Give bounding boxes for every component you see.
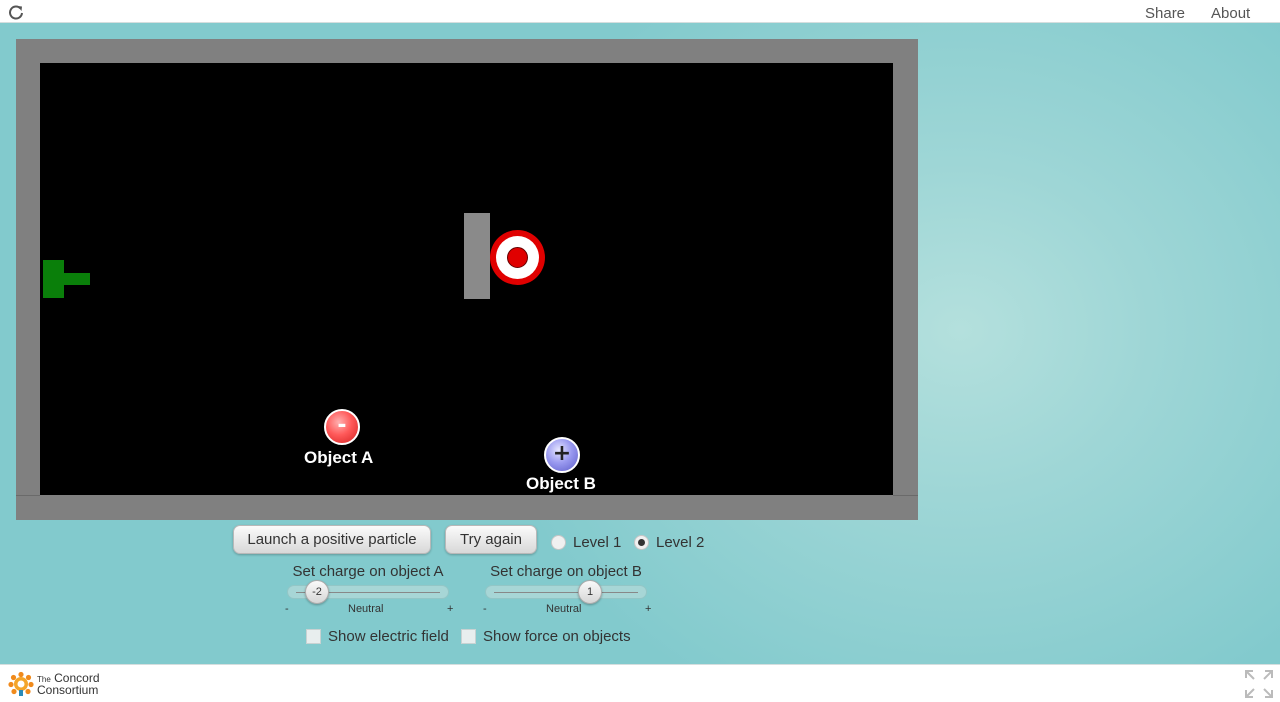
show-field-label: Show electric field bbox=[328, 627, 449, 645]
slider-a-mid-label: Neutral bbox=[348, 603, 384, 615]
slider-b-min-label: - bbox=[483, 603, 487, 615]
show-field-checkbox-row[interactable]: Show electric field bbox=[306, 627, 449, 645]
show-force-checkbox-row[interactable]: Show force on objects bbox=[461, 627, 631, 645]
show-force-label: Show force on objects bbox=[483, 627, 631, 645]
show-field-checkbox[interactable] bbox=[306, 628, 321, 644]
simulation-frame: - Object A + Object B bbox=[16, 39, 918, 520]
slider-b-track[interactable]: 1 bbox=[485, 580, 647, 604]
particle-launcher bbox=[43, 260, 64, 298]
frame-divider bbox=[893, 495, 918, 496]
level-1-label: Level 1 bbox=[573, 533, 622, 551]
object-b-label: Object B bbox=[526, 474, 596, 493]
target-center bbox=[507, 247, 528, 268]
level-2-radio[interactable]: Level 2 bbox=[634, 533, 704, 551]
object-a-charge[interactable]: - bbox=[324, 409, 360, 445]
concord-logo[interactable]: The Concord Consortium bbox=[8, 669, 100, 699]
slider-b-thumb[interactable]: 1 bbox=[578, 580, 602, 604]
show-force-checkbox[interactable] bbox=[461, 628, 476, 644]
reload-icon[interactable] bbox=[8, 4, 24, 20]
level-1-radio[interactable]: Level 1 bbox=[551, 533, 621, 551]
bottom-bar: The Concord Consortium bbox=[0, 664, 1280, 702]
radio-button-selected[interactable] bbox=[634, 534, 649, 550]
object-a-label: Object A bbox=[304, 448, 374, 467]
try-again-button[interactable]: Try again bbox=[445, 525, 537, 554]
launcher-barrel bbox=[64, 273, 90, 285]
slider-b-title: Set charge on object B bbox=[490, 563, 642, 580]
top-bar: Share About bbox=[0, 0, 1280, 23]
target-bullseye bbox=[490, 230, 545, 285]
about-link[interactable]: About bbox=[1211, 5, 1250, 22]
simulation-canvas[interactable]: - Object A + Object B bbox=[40, 63, 893, 495]
radio-button[interactable] bbox=[551, 534, 566, 550]
level-2-label: Level 2 bbox=[656, 533, 705, 551]
fullscreen-icon[interactable] bbox=[1244, 669, 1274, 699]
slider-a-thumb[interactable]: -2 bbox=[305, 580, 329, 604]
slider-a-min-label: - bbox=[285, 603, 289, 615]
logo-text: The Concord Consortium bbox=[37, 670, 100, 697]
object-b-charge[interactable]: + bbox=[544, 437, 580, 473]
share-link[interactable]: Share bbox=[1145, 5, 1185, 22]
slider-b-mid-label: Neutral bbox=[546, 603, 582, 615]
launch-particle-button[interactable]: Launch a positive particle bbox=[233, 525, 431, 554]
concord-logo-icon bbox=[8, 671, 34, 696]
slider-a-track[interactable]: -2 bbox=[287, 580, 449, 604]
frame-divider bbox=[16, 495, 40, 496]
slider-a-title: Set charge on object A bbox=[292, 563, 444, 580]
slider-a-max-label: + bbox=[447, 603, 454, 615]
barrier-wall bbox=[464, 213, 490, 299]
slider-b-max-label: + bbox=[645, 603, 652, 615]
